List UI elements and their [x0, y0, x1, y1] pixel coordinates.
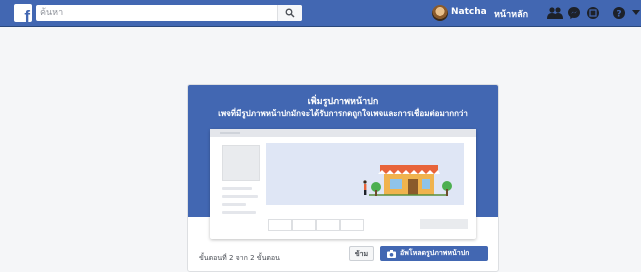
search-box: [36, 5, 302, 21]
search-input[interactable]: [40, 6, 270, 20]
top-navigation-bar: f Natcha หน้าหลัก ?: [0, 0, 641, 27]
preview-text-line: [222, 211, 256, 214]
page-preview-illustration: [210, 129, 476, 239]
preview-tab: [340, 219, 364, 231]
preview-button: [420, 219, 468, 229]
facebook-logo-letter: f: [24, 7, 30, 22]
home-link[interactable]: หน้าหลัก: [494, 7, 528, 21]
preview-header-bar: [210, 129, 476, 137]
preview-text-line: [222, 203, 246, 206]
messenger-icon[interactable]: [567, 6, 581, 20]
search-icon: [285, 8, 295, 18]
add-cover-photo-card: เพิ่มรูปภาพหน้าปก เพจที่มีรูปภาพหน้าปกมั…: [187, 84, 499, 272]
preview-tab: [268, 219, 292, 231]
help-icon[interactable]: ?: [612, 6, 626, 20]
preview-text-line: [222, 187, 252, 190]
upload-cover-photo-button[interactable]: อัพโหลดรูปภาพหน้าปก: [380, 246, 488, 261]
facebook-logo[interactable]: f: [14, 4, 32, 22]
account-menu-icon[interactable]: [632, 10, 640, 16]
card-title: เพิ่มรูปภาพหน้าปก: [307, 97, 379, 107]
preview-tab: [292, 219, 316, 231]
upload-button-label: อัพโหลดรูปภาพหน้าปก: [400, 249, 470, 257]
profile-name: Natcha: [451, 7, 487, 17]
avatar: [432, 5, 448, 21]
card-subtitle: เพจที่มีรูปภาพหน้าปกมักจะได้รับการกดถูกใ…: [218, 109, 468, 118]
preview-tab: [316, 219, 340, 231]
step-indicator: ขั้นตอนที่ 2 จาก 2 ขั้นตอน: [199, 254, 280, 262]
search-button[interactable]: [277, 5, 302, 21]
preview-profile-picture: [222, 145, 260, 181]
svg-text:?: ?: [616, 10, 621, 20]
preview-cover-area: [266, 143, 464, 205]
camera-icon: [387, 250, 396, 258]
notifications-icon[interactable]: [586, 6, 600, 20]
friend-requests-icon[interactable]: [547, 6, 563, 20]
storefront-illustration: [363, 165, 452, 196]
preview-text-line: [222, 195, 258, 198]
skip-button[interactable]: ข้าม: [349, 246, 374, 261]
